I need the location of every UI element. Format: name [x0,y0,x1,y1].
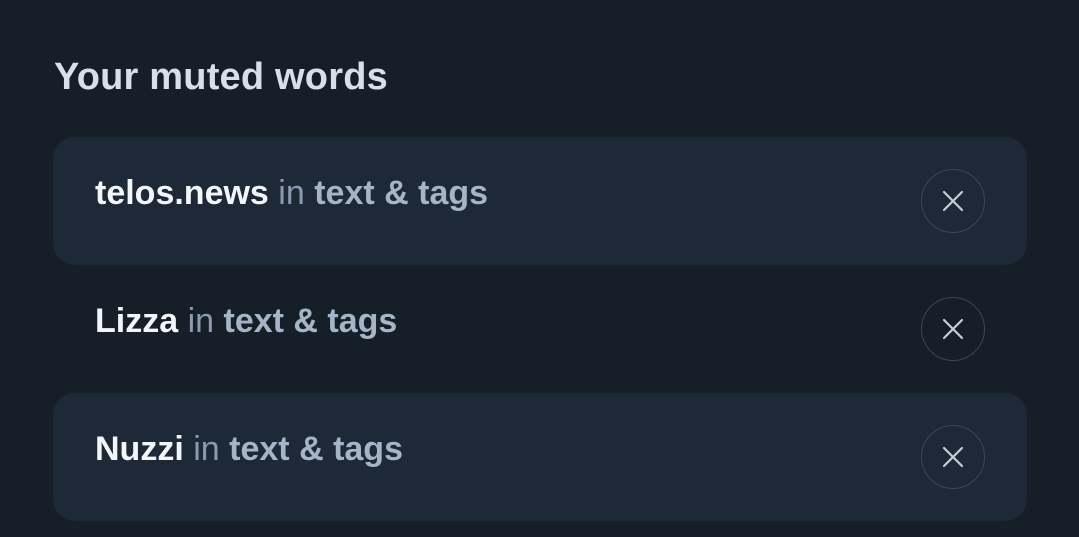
remove-muted-word-button[interactable] [921,425,985,489]
muted-words-list: telos.news in text & tags Lizza in text … [53,137,1027,521]
muted-word-scope: text & tags [229,430,403,468]
muted-words-panel: Your muted words telos.news in text & ta… [0,0,1079,537]
close-icon [942,318,964,340]
muted-word-text: Nuzzi in text & tags [95,428,403,470]
muted-word-value: Lizza [95,302,179,340]
muted-word-text: Lizza in text & tags [95,300,397,342]
remove-muted-word-button[interactable] [921,169,985,233]
muted-word-row: telos.news in text & tags [53,137,1027,265]
close-icon [942,190,964,212]
muted-word-connector: in [187,302,215,340]
muted-word-scope: text & tags [223,302,398,340]
muted-word-text: telos.news in text & tags [95,172,488,214]
close-icon [942,446,964,468]
muted-word-scope: text & tags [314,174,489,212]
muted-word-value: telos.news [95,174,269,212]
muted-word-connector: in [193,430,220,468]
muted-word-value: Nuzzi [95,430,184,468]
section-heading: Your muted words [54,56,388,98]
remove-muted-word-button[interactable] [921,297,985,361]
muted-word-connector: in [278,174,305,212]
muted-word-row: Lizza in text & tags [53,265,1027,393]
muted-word-row: Nuzzi in text & tags [53,393,1027,521]
